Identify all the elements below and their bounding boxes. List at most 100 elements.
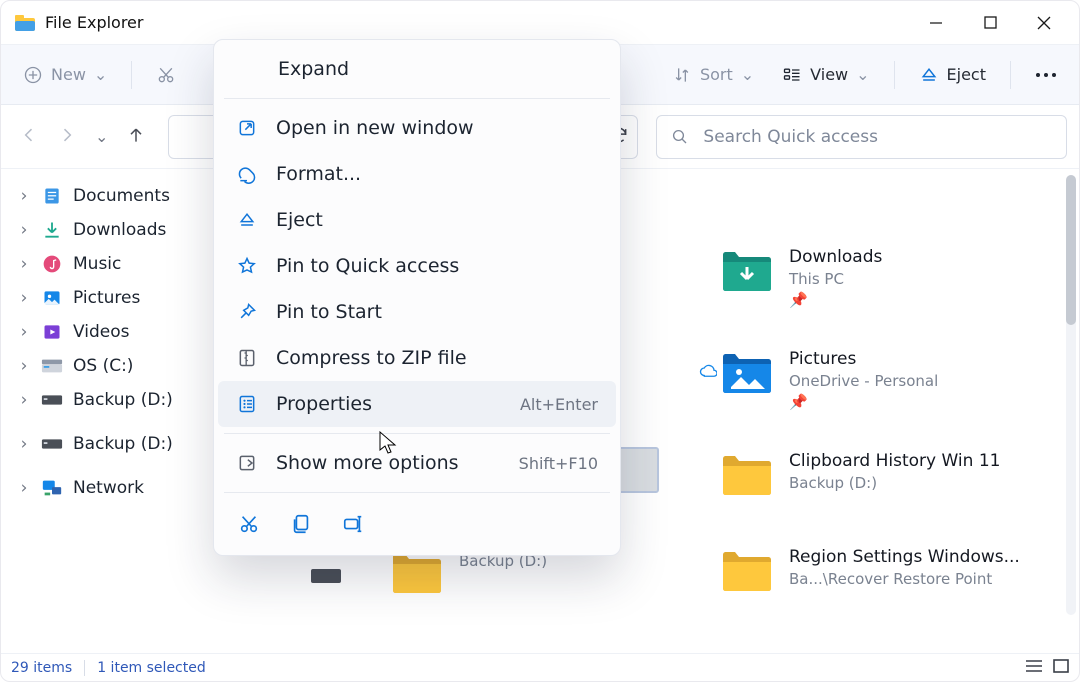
ctx-item-show-more[interactable]: Show more options Shift+F10 [218,440,616,486]
cut-icon[interactable] [238,513,260,539]
divider [84,660,85,676]
sidebar-item-label: Backup (D:) [73,390,173,410]
pin-icon [236,301,258,323]
back-button[interactable] [19,125,39,149]
view-button[interactable]: View ⌄ [772,59,879,91]
sidebar-item-documents[interactable]: › Documents [7,179,205,213]
search-input[interactable] [701,126,1052,148]
eject-icon [236,209,258,231]
grid-item-downloads[interactable]: Downloads This PC 📌 [721,247,1041,309]
file-explorer-window: File Explorer New ⌄ Sort ⌄ [0,0,1080,682]
eject-button[interactable]: Eject [909,59,996,91]
expand-chevron-icon[interactable]: › [17,322,31,342]
sidebar-item-backup-d-alt[interactable]: › Backup (D:) [7,427,205,461]
pin-icon: 📌 [789,291,882,309]
app-icon [15,15,35,31]
expand-chevron-icon[interactable]: › [17,288,31,308]
ctx-item-eject[interactable]: Eject [218,197,616,243]
cut-button[interactable] [146,59,186,91]
drive-icon [41,433,63,455]
context-menu: Expand Open in new window Format... Ejec… [213,39,621,556]
new-button[interactable]: New ⌄ [13,59,117,91]
show-more-icon [236,452,258,474]
sidebar-item-label: Pictures [73,288,140,308]
details-view-button[interactable] [1025,659,1043,677]
item-sub: OneDrive - Personal [789,372,938,390]
folder-icon [721,451,773,499]
chevron-down-icon: ⌄ [94,65,107,84]
expand-chevron-icon[interactable]: › [17,478,31,498]
sidebar-item-os-c[interactable]: › OS (C:) [7,349,205,383]
ctx-shortcut: Alt+Enter [520,395,598,414]
cloud-status-icon [699,363,717,382]
close-button[interactable] [1017,3,1071,43]
expand-chevron-icon[interactable]: › [17,434,31,454]
expand-chevron-icon[interactable]: › [17,220,31,240]
ctx-item-open-new-window[interactable]: Open in new window [218,105,616,151]
expand-chevron-icon[interactable]: › [17,254,31,274]
maximize-button[interactable] [963,3,1017,43]
window-title: File Explorer [45,13,143,32]
ctx-item-properties[interactable]: Properties Alt+Enter [218,381,616,427]
sidebar-item-label: Documents [73,186,170,206]
ctx-label: Expand [278,58,349,80]
minimize-button[interactable] [909,3,963,43]
ctx-item-pin-start[interactable]: Pin to Start [218,289,616,335]
grid-item-clipboard-history[interactable]: Clipboard History Win 11 Backup (D:) [721,451,1041,499]
ctx-label: Format... [276,163,361,185]
up-button[interactable] [126,125,146,149]
ctx-item-format[interactable]: Format... [218,151,616,197]
drive-icon [41,389,63,411]
sidebar-item-music[interactable]: › Music [7,247,205,281]
format-icon [236,163,258,185]
large-icons-view-button[interactable] [1053,659,1069,677]
expand-chevron-icon[interactable]: › [17,356,31,376]
ctx-item-compress-zip[interactable]: Compress to ZIP file [218,335,616,381]
sort-button[interactable]: Sort ⌄ [662,59,764,91]
folder-icon [391,549,443,597]
expand-chevron-icon[interactable]: › [17,390,31,410]
copy-icon[interactable] [290,513,312,539]
documents-icon [41,185,63,207]
expand-chevron-icon[interactable]: › [17,186,31,206]
eject-label: Eject [947,65,986,84]
search-box[interactable] [656,115,1067,159]
divider [224,492,610,493]
ctx-label: Show more options [276,452,459,474]
sort-label: Sort [700,65,733,84]
ctx-label: Pin to Quick access [276,255,459,277]
divider [1010,61,1011,89]
ctx-label: Compress to ZIP file [276,347,467,369]
ctx-item-expand[interactable]: Expand [218,46,616,92]
grid-item-region-settings[interactable]: Region Settings Windows... Ba...\Recover… [721,547,1041,595]
sidebar-item-downloads[interactable]: › Downloads [7,213,205,247]
more-button[interactable] [1025,66,1067,84]
downloads-icon [41,219,63,241]
pin-icon: 📌 [789,393,938,411]
divider [224,98,610,99]
view-label: View [810,65,848,84]
sidebar-item-label: Backup (D:) [73,434,173,454]
ctx-label: Eject [276,209,323,231]
ctx-footer [218,499,616,549]
drive-icon [41,355,63,377]
sidebar-item-network[interactable]: › Network [7,471,205,505]
item-sub: Backup (D:) [789,474,1000,492]
ctx-label: Open in new window [276,117,474,139]
sidebar-item-label: Downloads [73,220,166,240]
sidebar-item-pictures[interactable]: › Pictures [7,281,205,315]
vertical-scrollbar[interactable] [1066,175,1076,615]
recent-locations-button[interactable]: ⌄ [95,127,108,146]
network-icon [41,477,63,499]
sidebar-item-label: Network [73,478,144,498]
sidebar-item-videos[interactable]: › Videos [7,315,205,349]
grid-item-selected[interactable]: Backup (D:) [391,549,711,597]
properties-icon [236,393,258,415]
sidebar-item-backup-d[interactable]: › Backup (D:) [7,383,205,417]
status-selection: 1 item selected [97,660,206,676]
scrollbar-thumb[interactable] [1066,175,1076,325]
grid-item-pictures[interactable]: Pictures OneDrive - Personal 📌 [721,349,1041,411]
ctx-item-pin-quick-access[interactable]: Pin to Quick access [218,243,616,289]
forward-button[interactable] [57,125,77,149]
rename-icon[interactable] [342,513,364,539]
